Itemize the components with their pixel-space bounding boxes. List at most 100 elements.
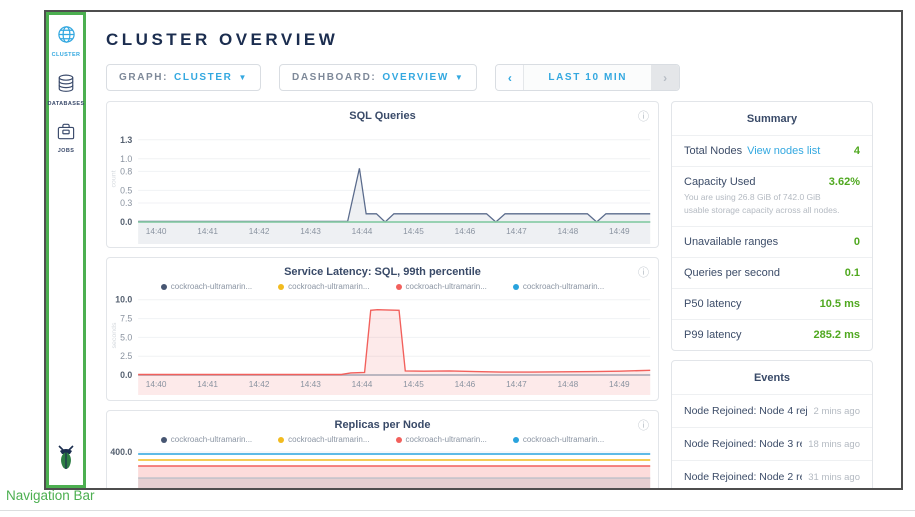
svg-text:14:44: 14:44 [352, 379, 373, 389]
legend-item[interactable]: cockroach-ultramarin... [278, 435, 369, 444]
sidebar-item-label: CLUSTER [52, 52, 81, 58]
app-window: CLUSTER DATABASES JOBS CLUSTER OVERVIEW GR… [44, 10, 903, 490]
summary-row: Capacity Used3.62%You are using 26.8 GiB… [672, 166, 872, 226]
summary-row-value: 285.2 ms [814, 329, 860, 341]
dashboard-dropdown-label: DASHBOARD: [292, 72, 376, 83]
legend-item[interactable]: cockroach-ultramarin... [396, 435, 487, 444]
dashboard-content: SQL Queriesⓘ1.31.00.80.50.30.0count14:40… [106, 101, 873, 488]
legend-item[interactable]: cockroach-ultramarin... [161, 282, 252, 291]
legend-dot-icon [513, 284, 519, 290]
page-title: CLUSTER OVERVIEW [106, 30, 873, 50]
info-icon[interactable]: ⓘ [638, 417, 649, 433]
svg-text:seconds: seconds [111, 322, 118, 349]
svg-text:14:40: 14:40 [146, 379, 167, 389]
info-icon[interactable]: ⓘ [638, 264, 649, 280]
sidebar-item-databases[interactable]: DATABASES [48, 74, 85, 107]
time-range-value[interactable]: LAST 10 MIN [524, 65, 651, 90]
svg-text:1.3: 1.3 [120, 135, 132, 145]
chart-legend: cockroach-ultramarin... cockroach-ultrama… [107, 435, 658, 444]
svg-text:0.5: 0.5 [120, 185, 132, 195]
svg-text:14:43: 14:43 [300, 226, 321, 236]
legend-dot-icon [396, 437, 402, 443]
legend-item[interactable]: cockroach-ultramarin... [513, 435, 604, 444]
chart-title: Replicas per Node [107, 411, 658, 431]
svg-text:14:44: 14:44 [352, 226, 373, 236]
legend-item[interactable]: cockroach-ultramarin... [161, 435, 252, 444]
svg-text:count: count [111, 170, 118, 187]
chart-plot[interactable]: 400.0 [107, 444, 658, 490]
svg-text:14:49: 14:49 [609, 379, 630, 389]
svg-text:10.0: 10.0 [115, 295, 132, 305]
summary-row-label: P50 latency [684, 298, 741, 310]
svg-text:14:48: 14:48 [558, 379, 579, 389]
event-name: Node Rejoined: Node 4 rej... [684, 405, 808, 417]
databases-icon [57, 74, 75, 98]
event-time: 18 mins ago [802, 439, 860, 450]
legend-dot-icon [161, 284, 167, 290]
events-panel: Events Node Rejoined: Node 4 rej...2 min… [671, 360, 873, 491]
graph-dropdown-label: GRAPH: [119, 72, 168, 83]
svg-text:14:43: 14:43 [300, 379, 321, 389]
legend-dot-icon [513, 437, 519, 443]
svg-text:14:46: 14:46 [455, 226, 476, 236]
summary-row-label: P99 latency [684, 329, 741, 341]
sidebar-item-label: JOBS [58, 148, 75, 154]
summary-row: Queries per second 0.1 [672, 257, 872, 288]
summary-row: P99 latency 285.2 ms [672, 319, 872, 350]
summary-row-value: 3.62% [829, 176, 860, 188]
graph-dropdown-value: CLUSTER [174, 72, 232, 83]
cockroach-logo[interactable] [55, 444, 77, 475]
legend-item[interactable]: cockroach-ultramarin... [396, 282, 487, 291]
chevron-down-icon: ▼ [455, 73, 465, 82]
svg-text:1.0: 1.0 [120, 154, 132, 164]
dashboard-dropdown[interactable]: DASHBOARD: OVERVIEW ▼ [279, 64, 477, 91]
right-sidebar: Summary Total NodesView nodes list4Capac… [671, 101, 873, 488]
sidebar-item-cluster[interactable]: CLUSTER [52, 25, 81, 58]
main-content: CLUSTER OVERVIEW GRAPH: CLUSTER ▼ DASHBO… [86, 12, 901, 488]
summary-row-value: 0 [854, 236, 860, 248]
svg-text:14:41: 14:41 [197, 226, 218, 236]
svg-text:14:42: 14:42 [249, 379, 270, 389]
event-row[interactable]: Node Rejoined: Node 2 rej...31 mins ago [672, 460, 872, 491]
sidebar-item-label: DATABASES [48, 101, 85, 107]
jobs-briefcase-icon [57, 123, 75, 145]
page-bottom-divider [0, 510, 915, 511]
svg-text:14:46: 14:46 [455, 379, 476, 389]
svg-text:14:40: 14:40 [146, 226, 167, 236]
event-row[interactable]: Node Rejoined: Node 3 rej...18 mins ago [672, 427, 872, 460]
summary-row-value: 10.5 ms [820, 298, 860, 310]
summary-row-label: Unavailable ranges [684, 236, 778, 248]
info-icon[interactable]: ⓘ [638, 108, 649, 124]
legend-dot-icon [396, 284, 402, 290]
annotation-navigation-bar-label: Navigation Bar [6, 488, 95, 503]
cluster-globe-icon [57, 25, 76, 49]
chart-plot[interactable]: 10.07.55.02.50.0seconds14:4014:4114:4214… [107, 291, 658, 395]
summary-row-value: 0.1 [845, 267, 860, 279]
svg-text:14:42: 14:42 [249, 226, 270, 236]
chart-card-service-latency-sql-99th-percentile: Service Latency: SQL, 99th percentileⓘ co… [106, 257, 659, 401]
chart-plot[interactable]: 1.31.00.80.50.30.0count14:4014:4114:4214… [107, 122, 658, 244]
svg-text:14:49: 14:49 [609, 226, 630, 236]
svg-text:14:47: 14:47 [506, 226, 527, 236]
svg-text:400.0: 400.0 [110, 447, 132, 457]
svg-text:5.0: 5.0 [120, 332, 132, 342]
toolbar: GRAPH: CLUSTER ▼ DASHBOARD: OVERVIEW ▼ ‹… [106, 64, 873, 91]
legend-item[interactable]: cockroach-ultramarin... [278, 282, 369, 291]
time-prev-button[interactable]: ‹ [496, 65, 524, 90]
sidebar-item-jobs[interactable]: JOBS [57, 123, 75, 154]
view-nodes-list-link[interactable]: View nodes list [747, 145, 820, 157]
event-row[interactable]: Node Rejoined: Node 4 rej...2 mins ago [672, 394, 872, 427]
time-range-selector: ‹ LAST 10 MIN › [495, 64, 680, 91]
svg-text:14:47: 14:47 [506, 379, 527, 389]
dashboard-dropdown-value: OVERVIEW [382, 72, 449, 83]
summary-row-label: Queries per second [684, 267, 780, 279]
chart-title: Service Latency: SQL, 99th percentile [107, 258, 658, 278]
legend-item[interactable]: cockroach-ultramarin... [513, 282, 604, 291]
summary-row-value: 4 [854, 145, 860, 157]
time-next-button[interactable]: › [651, 65, 679, 90]
graph-dropdown[interactable]: GRAPH: CLUSTER ▼ [106, 64, 261, 91]
summary-row: Unavailable ranges 0 [672, 226, 872, 257]
summary-row-subtext: You are using 26.8 GiB of 742.0 GiB usab… [684, 191, 860, 217]
summary-title: Summary [672, 102, 872, 135]
svg-text:14:45: 14:45 [403, 379, 424, 389]
